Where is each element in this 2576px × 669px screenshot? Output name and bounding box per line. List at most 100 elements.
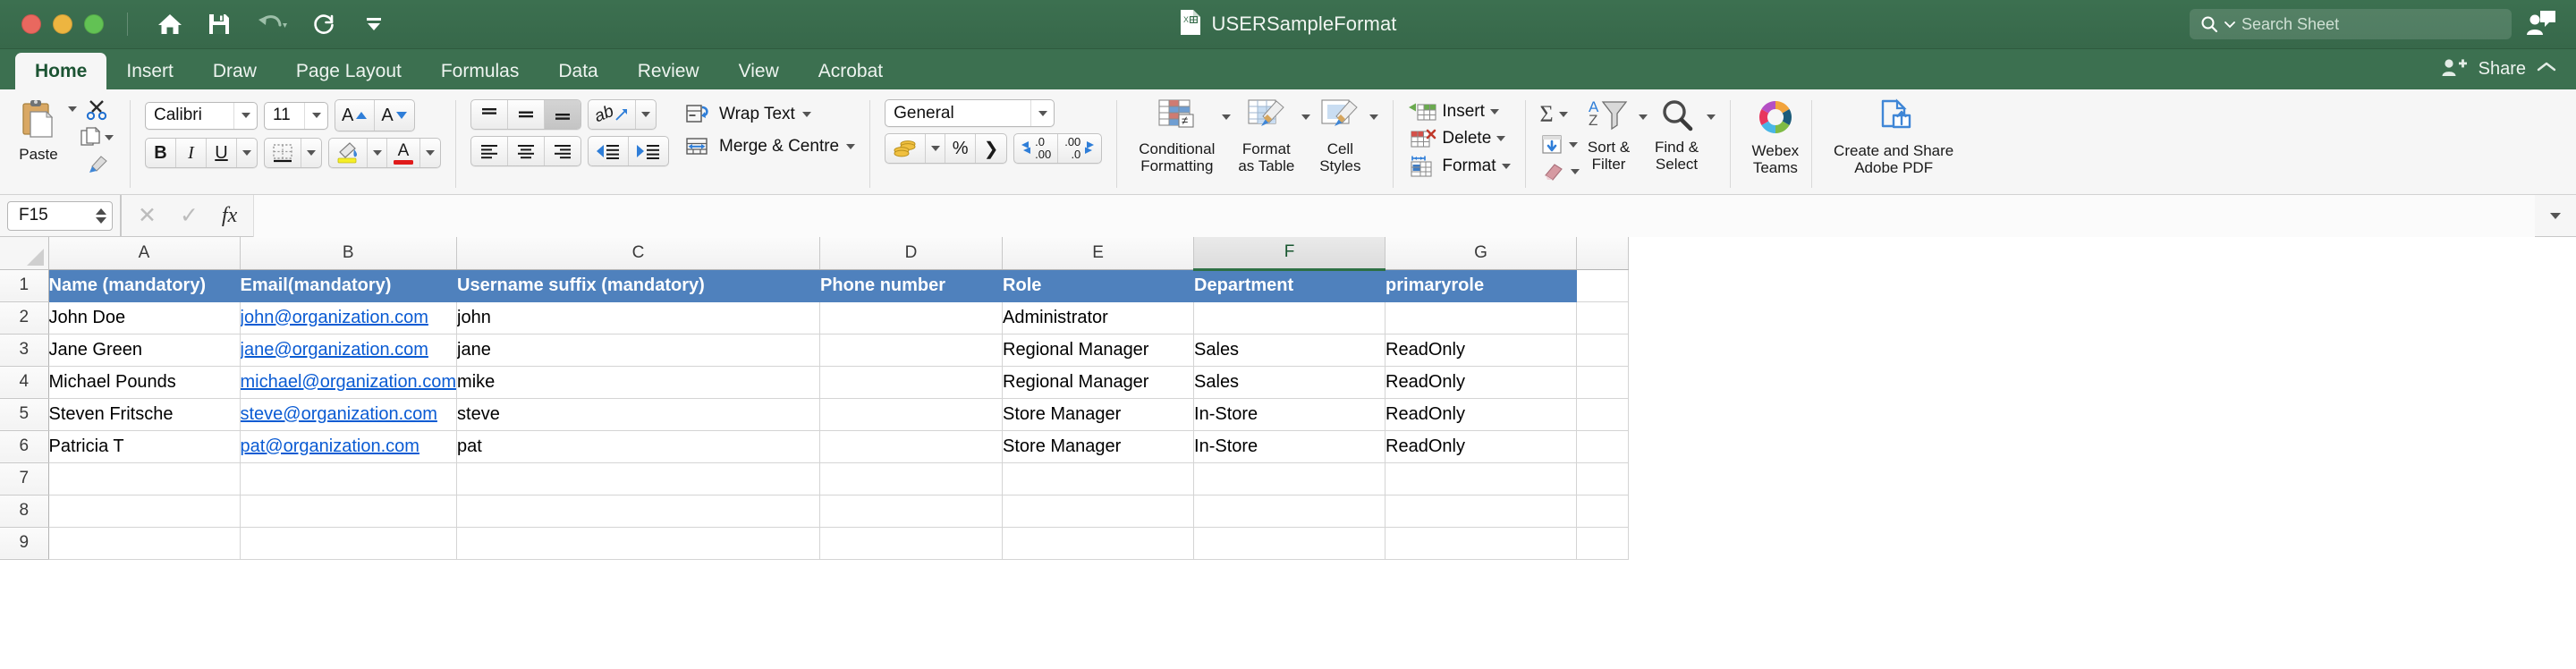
tab-page-layout[interactable]: Page Layout	[276, 53, 421, 89]
font-style-group[interactable]: B I U	[145, 138, 258, 168]
fill-color-button[interactable]	[329, 139, 368, 167]
cell-B5[interactable]: steve@organization.com	[240, 398, 458, 431]
table-row[interactable]: 6 Patricia Tpat@organization.com pat Store …	[0, 430, 1630, 463]
merge-centre-dropdown-icon[interactable]	[846, 144, 856, 149]
cell-E2[interactable]: Administrator	[1002, 301, 1195, 334]
column-header-f[interactable]: F	[1193, 237, 1386, 271]
cell-B7[interactable]	[240, 462, 458, 495]
tab-home[interactable]: Home	[15, 53, 107, 89]
cell-D2[interactable]	[819, 301, 1004, 334]
webex-teams-button[interactable]: Webex Teams	[1745, 94, 1807, 180]
cell-blank[interactable]	[1576, 334, 1630, 367]
increase-indent-button[interactable]	[629, 137, 668, 165]
row-header-7[interactable]: 7	[0, 462, 49, 495]
cell-styles-dropdown-icon[interactable]	[1369, 114, 1379, 120]
align-middle-button[interactable]	[508, 100, 545, 129]
header-cell-B[interactable]: Email(mandatory)	[240, 269, 458, 302]
redo-icon[interactable]	[312, 12, 339, 37]
sort-filter-button[interactable]: A Z Sort & Filter	[1580, 94, 1639, 176]
row-header-6[interactable]: 6	[0, 430, 49, 463]
home-icon[interactable]	[157, 12, 183, 37]
increase-decimal-button[interactable]: .0 .00	[1014, 134, 1059, 163]
cell-A6[interactable]: Patricia T	[48, 430, 241, 463]
insert-function-icon[interactable]: fx	[222, 204, 237, 228]
delete-cells-button[interactable]: Delete	[1408, 126, 1510, 151]
cell-F3[interactable]: Sales	[1193, 334, 1386, 367]
cell-B6[interactable]: pat@organization.com	[240, 430, 458, 463]
fill-button[interactable]	[1540, 132, 1580, 157]
column-header-d[interactable]: D	[819, 237, 1004, 270]
cell-C5[interactable]: steve	[456, 398, 821, 431]
clear-dropdown-icon[interactable]	[1570, 169, 1580, 174]
shrink-font-button[interactable]: A	[375, 100, 413, 131]
format-cells-button[interactable]: Format	[1408, 153, 1511, 180]
orientation-group[interactable]: ab	[588, 99, 657, 130]
font-size-dropdown-icon[interactable]	[311, 113, 321, 118]
borders-group[interactable]	[264, 138, 322, 168]
share-button[interactable]: Share	[2479, 59, 2526, 80]
cancel-formula-icon[interactable]: ✕	[138, 202, 157, 229]
find-select-dropdown-icon[interactable]	[1706, 114, 1716, 120]
formula-bar-expand[interactable]	[2535, 212, 2576, 219]
cell-B8[interactable]	[240, 495, 458, 528]
cell-E7[interactable]	[1002, 462, 1195, 495]
indent-group[interactable]	[588, 136, 669, 166]
name-box-stepper[interactable]	[96, 207, 106, 224]
autosum-dropdown-icon[interactable]	[1558, 112, 1568, 117]
search-input[interactable]: Search Sheet	[2190, 9, 2512, 39]
accounting-format-button[interactable]	[886, 134, 927, 163]
cell-blank[interactable]	[1576, 527, 1630, 560]
cell-E3[interactable]: Regional Manager	[1002, 334, 1195, 367]
cell-blank[interactable]	[1576, 495, 1630, 528]
number-format-combo[interactable]: General	[885, 99, 1055, 127]
align-right-button[interactable]	[545, 137, 580, 165]
cell-F4[interactable]: Sales	[1193, 366, 1386, 399]
align-bottom-button[interactable]	[545, 100, 580, 129]
tab-data[interactable]: Data	[538, 53, 617, 89]
cell-D6[interactable]	[819, 430, 1004, 463]
tab-draw[interactable]: Draw	[193, 53, 276, 89]
cell-B4[interactable]: michael@organization.com	[240, 366, 458, 399]
accounting-dropdown-icon[interactable]	[926, 134, 946, 163]
cell-D8[interactable]	[819, 495, 1004, 528]
cell-G9[interactable]	[1385, 527, 1578, 560]
cell-E8[interactable]	[1002, 495, 1195, 528]
decrease-indent-button[interactable]	[589, 137, 629, 165]
wrap-text-dropdown-icon[interactable]	[801, 112, 811, 117]
header-cell-E[interactable]: Role	[1002, 269, 1195, 302]
cell-G6[interactable]: ReadOnly	[1385, 430, 1578, 463]
cell-A2[interactable]: John Doe	[48, 301, 241, 334]
row-header-8[interactable]: 8	[0, 495, 49, 528]
cell-E5[interactable]: Store Manager	[1002, 398, 1195, 431]
header-cell-D[interactable]: Phone number	[819, 269, 1004, 302]
comma-format-button[interactable]: ❯	[976, 134, 1006, 163]
cell-A5[interactable]: Steven Fritsche	[48, 398, 241, 431]
format-as-table-dropdown-icon[interactable]	[1301, 114, 1311, 120]
borders-dropdown-icon[interactable]	[301, 139, 321, 167]
conditional-formatting-button[interactable]: ≠ Conditional Formatting	[1131, 94, 1222, 178]
font-size-combo[interactable]: 11	[264, 101, 328, 130]
color-group[interactable]: A	[328, 138, 441, 168]
name-box[interactable]: F15	[7, 200, 113, 231]
row-header-1[interactable]: 1	[0, 269, 49, 302]
undo-icon[interactable]	[255, 13, 289, 36]
row-header-4[interactable]: 4	[0, 366, 49, 399]
number-format-dropdown-icon[interactable]	[1038, 110, 1047, 116]
cell-F7[interactable]	[1193, 462, 1386, 495]
cell-A9[interactable]	[48, 527, 241, 560]
tab-insert[interactable]: Insert	[106, 53, 193, 89]
horizontal-align-group[interactable]	[470, 136, 581, 166]
table-row[interactable]: 4 Michael Pounds michael@organization.com m…	[0, 366, 1630, 399]
font-color-dropdown-icon[interactable]	[420, 139, 440, 167]
bold-button[interactable]: B	[146, 139, 176, 167]
select-all-corner[interactable]	[0, 237, 49, 270]
table-row[interactable]: 3 Jane Green jane@organization.com jane Regi…	[0, 334, 1630, 367]
spreadsheet-grid[interactable]: ABCDEFG 1 Name (mandatory) Email(mandatory…	[0, 237, 2576, 633]
insert-cells-dropdown-icon[interactable]	[1489, 109, 1499, 114]
wrap-text-button[interactable]: Wrap Text	[685, 103, 855, 126]
copy-button[interactable]	[77, 125, 115, 150]
header-cell-F[interactable]: Department	[1193, 269, 1386, 302]
merge-centre-button[interactable]: Merge & Centre	[685, 135, 856, 158]
table-row[interactable]: 2 John Doe john@organization.com john Admini…	[0, 301, 1630, 334]
format-cells-dropdown-icon[interactable]	[1501, 164, 1511, 169]
